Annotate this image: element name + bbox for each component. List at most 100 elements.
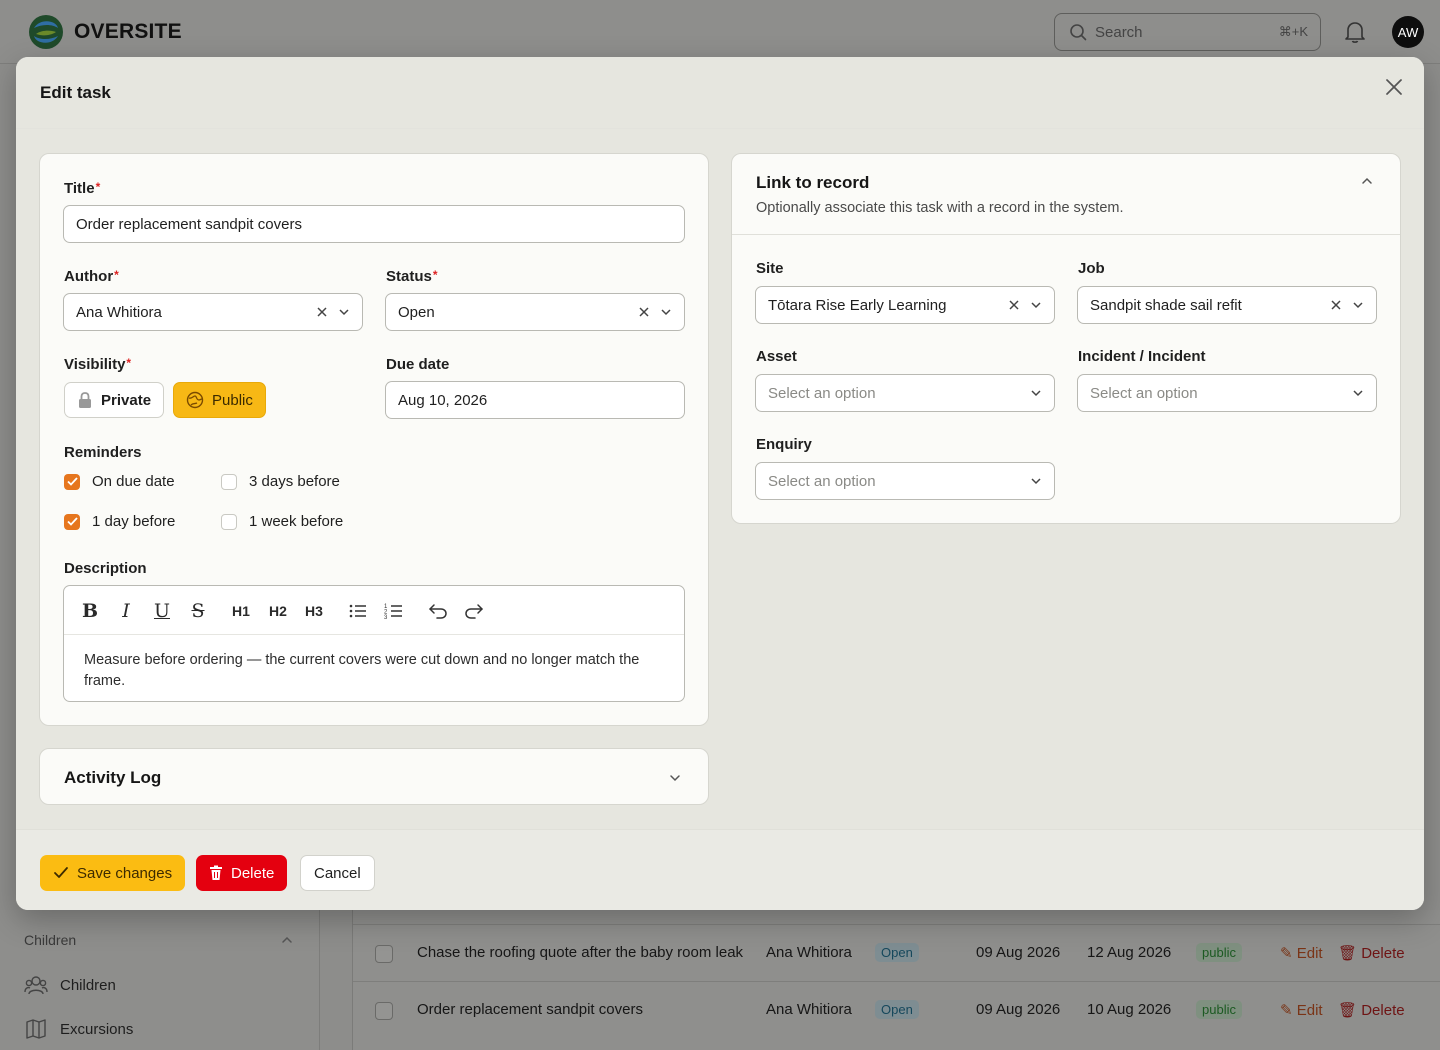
enquiry-label: Enquiry <box>756 436 812 453</box>
sidebar-group-label: Children <box>24 932 77 948</box>
row-due: 10 Aug 2026 <box>1087 1001 1172 1018</box>
incident-label: Incident / Incident <box>1078 348 1206 365</box>
visibility-private-button[interactable]: Private <box>64 382 165 418</box>
chevron-down-icon <box>1031 478 1041 485</box>
users-icon <box>24 976 48 995</box>
chevron-down-icon <box>339 309 349 316</box>
row-title[interactable]: Order replacement sandpit covers <box>417 1001 643 1018</box>
description-text[interactable]: Measure before ordering — the current co… <box>84 650 674 692</box>
reminder-3-days-before[interactable]: 3 days before <box>221 473 340 490</box>
due-date-label: Due date <box>386 356 450 373</box>
asset-select[interactable]: Select an option <box>755 374 1055 412</box>
title-label: Title* <box>64 180 101 197</box>
author-label: Author* <box>64 268 119 285</box>
chevron-down-icon <box>661 309 671 316</box>
asset-label: Asset <box>756 348 797 365</box>
site-select[interactable]: Tōtara Rise Early Learning <box>755 286 1055 324</box>
top-bar: OVERSITE Search ⌘+K AW <box>0 0 1440 64</box>
delete-button[interactable]: Delete <box>196 855 288 891</box>
divider <box>732 234 1400 235</box>
status-badge: Open <box>875 943 919 962</box>
search-input[interactable]: Search ⌘+K <box>1054 13 1321 51</box>
clear-icon[interactable] <box>1330 299 1342 311</box>
activity-log-card[interactable]: Activity Log <box>39 748 709 805</box>
heading-2-icon[interactable]: H2 <box>267 600 289 622</box>
chevron-down-icon <box>1353 302 1363 309</box>
visibility-badge: public <box>1196 1000 1242 1019</box>
description-editor[interactable]: B I U S H1 H2 H3 123 Measure before orde… <box>63 585 685 702</box>
bold-icon[interactable]: B <box>79 600 101 622</box>
redo-icon[interactable] <box>463 600 485 622</box>
modal-header: Edit task <box>16 57 1424 129</box>
checkbox-unchecked[interactable] <box>221 513 237 530</box>
row-author: Ana Whitiora <box>766 1001 852 1018</box>
clear-icon[interactable] <box>1008 299 1020 311</box>
job-label: Job <box>1078 260 1105 277</box>
lock-icon <box>79 392 91 408</box>
visibility-public-button[interactable]: Public <box>173 382 266 418</box>
heading-3-icon[interactable]: H3 <box>303 600 325 622</box>
chevron-up-icon[interactable] <box>1360 174 1374 188</box>
search-icon <box>1070 24 1087 41</box>
row-checkbox[interactable] <box>375 945 393 963</box>
bullet-list-icon[interactable] <box>347 600 369 622</box>
avatar[interactable]: AW <box>1392 16 1424 48</box>
save-changes-button[interactable]: Save changes <box>40 855 186 891</box>
job-select[interactable]: Sandpit shade sail refit <box>1077 286 1377 324</box>
strikethrough-icon[interactable]: S <box>187 600 209 622</box>
undo-icon[interactable] <box>427 600 449 622</box>
visibility-label: Visibility* <box>64 356 132 373</box>
title-input[interactable]: Order replacement sandpit covers <box>63 205 685 243</box>
ordered-list-icon[interactable]: 123 <box>383 600 405 622</box>
logo-text: OVERSITE <box>74 20 182 43</box>
row-title[interactable]: Chase the roofing quote after the baby r… <box>417 944 743 961</box>
table-row: Order replacement sandpit covers Ana Whi… <box>353 981 1440 1038</box>
reminder-1-week-before[interactable]: 1 week before <box>221 513 343 530</box>
author-select[interactable]: Ana Whitiora <box>63 293 363 331</box>
clear-icon[interactable] <box>638 306 650 318</box>
chevron-up-icon <box>282 936 292 943</box>
reminders-label: Reminders <box>64 444 142 461</box>
row-author: Ana Whitiora <box>766 944 852 961</box>
due-date-input[interactable]: Aug 10, 2026 <box>385 381 685 419</box>
svg-text:3: 3 <box>384 615 388 621</box>
activity-log-title: Activity Log <box>64 768 162 787</box>
enquiry-select[interactable]: Select an option <box>755 462 1055 500</box>
status-label: Status* <box>386 268 438 285</box>
chevron-down-icon[interactable] <box>668 771 682 785</box>
incident-select[interactable]: Select an option <box>1077 374 1377 412</box>
row-delete-link[interactable]: 🗑 Delete <box>1338 944 1405 962</box>
checkbox-checked[interactable] <box>64 473 80 490</box>
row-edit-link[interactable]: ✎ Edit <box>1280 1001 1323 1019</box>
modal-title: Edit task <box>40 83 111 102</box>
row-checkbox[interactable] <box>375 1002 393 1020</box>
sidebar-item-children[interactable]: Children <box>24 974 116 996</box>
reminder-on-due-date[interactable]: On due date <box>64 473 175 490</box>
chevron-down-icon <box>1353 390 1363 397</box>
row-created: 09 Aug 2026 <box>976 1001 1061 1018</box>
row-delete-link[interactable]: 🗑 Delete <box>1338 1001 1405 1019</box>
link-card-subtitle: Optionally associate this task with a re… <box>756 200 1124 216</box>
underline-icon[interactable]: U <box>151 600 173 622</box>
clear-icon[interactable] <box>316 306 328 318</box>
sidebar-group-children[interactable]: Children <box>24 932 294 948</box>
globe-icon <box>186 391 204 409</box>
heading-1-icon[interactable]: H1 <box>230 600 252 622</box>
map-icon <box>26 1019 46 1039</box>
checkbox-checked[interactable] <box>64 513 80 530</box>
visibility-badge: public <box>1196 943 1242 962</box>
reminder-1-day-before[interactable]: 1 day before <box>64 513 175 530</box>
row-created: 09 Aug 2026 <box>976 944 1061 961</box>
status-select[interactable]: Open <box>385 293 685 331</box>
bell-icon[interactable] <box>1344 20 1366 44</box>
logo[interactable]: OVERSITE <box>28 14 182 50</box>
close-icon[interactable] <box>1382 75 1406 99</box>
italic-icon[interactable]: I <box>115 600 137 622</box>
cancel-button[interactable]: Cancel <box>300 855 375 891</box>
check-icon <box>54 867 68 878</box>
sidebar: Children Children Excursions <box>0 910 320 1050</box>
checkbox-unchecked[interactable] <box>221 473 237 490</box>
sidebar-item-excursions[interactable]: Excursions <box>24 1018 133 1040</box>
tasks-table: Chase the roofing quote after the baby r… <box>352 910 1440 1050</box>
row-edit-link[interactable]: ✎ Edit <box>1280 944 1323 962</box>
